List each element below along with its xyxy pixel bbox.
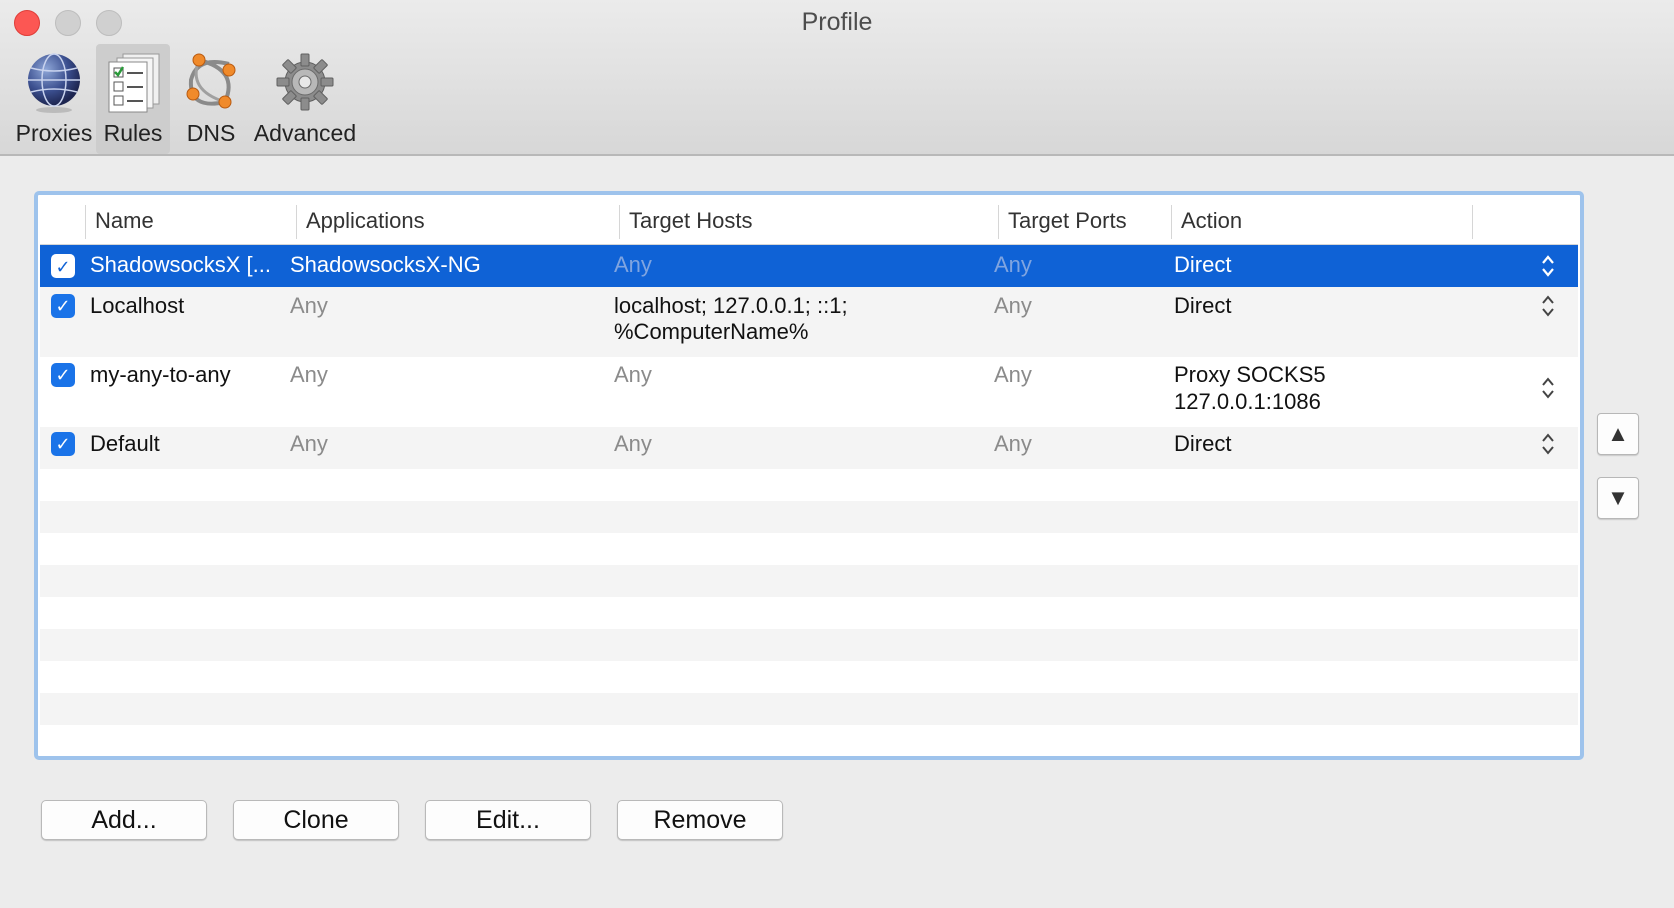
rule-target-hosts: Any — [614, 362, 652, 387]
action-stepper-icon[interactable] — [1540, 254, 1556, 278]
move-rule-up-button[interactable]: ▲ — [1597, 413, 1639, 455]
empty-row — [40, 629, 1578, 661]
toolbar-item-dns[interactable]: DNS — [176, 44, 246, 154]
rule-name: ShadowsocksX [... — [90, 252, 271, 277]
column-header-action[interactable]: Action — [1172, 197, 1472, 245]
rule-target-ports: Any — [994, 252, 1032, 277]
rule-action[interactable]: Direct — [1174, 292, 1231, 320]
empty-row — [40, 565, 1578, 597]
empty-row — [40, 725, 1578, 754]
rule-action[interactable]: Direct — [1174, 251, 1231, 279]
toolbar-item-advanced[interactable]: Advanced — [250, 44, 360, 154]
column-header-target-hosts[interactable]: Target Hosts — [620, 197, 998, 245]
toolbar-label-rules: Rules — [103, 120, 163, 146]
rule-enabled-checkbox[interactable]: ✓ — [51, 432, 75, 456]
rule-name: Localhost — [90, 293, 185, 318]
rule-target-ports: Any — [994, 431, 1032, 456]
rule-target-hosts-line-2: %ComputerName% — [614, 319, 809, 344]
rule-enabled-checkbox[interactable]: ✓ — [51, 294, 75, 318]
rule-enabled-checkbox[interactable]: ✓ — [51, 363, 75, 387]
action-stepper-icon[interactable] — [1540, 294, 1556, 318]
rules-checklist-icon — [108, 53, 160, 113]
window-title: Profile — [801, 8, 873, 36]
globe-icon — [28, 53, 80, 113]
toolbar-label-proxies: Proxies — [15, 120, 93, 146]
rule-action[interactable]: Direct — [1174, 430, 1231, 458]
table-header: Name Applications Target Hosts Target Po… — [40, 197, 1578, 245]
rule-applications: ShadowsocksX-NG — [290, 252, 481, 277]
column-header-name[interactable]: Name — [86, 197, 296, 245]
table-row[interactable]: ✓ Localhost Any localhost; 127.0.0.1; ::… — [40, 287, 1578, 357]
dns-network-icon — [186, 53, 236, 109]
table-row[interactable]: ✓ my-any-to-any Any Any Any Proxy SOCKS5… — [40, 357, 1578, 427]
empty-row — [40, 501, 1578, 533]
rule-name: my-any-to-any — [90, 362, 231, 387]
empty-row — [40, 661, 1578, 693]
toolbar-label-dns: DNS — [186, 120, 236, 146]
rule-target-hosts: Any — [614, 252, 652, 277]
gear-icon — [276, 53, 334, 111]
rule-applications: Any — [290, 293, 328, 318]
table-row[interactable]: ✓ Default Any Any Any Direct — [40, 427, 1578, 469]
remove-rule-button[interactable]: Remove — [617, 800, 783, 840]
rule-name: Default — [90, 431, 160, 456]
rule-action[interactable]: Proxy SOCKS5 — [1174, 361, 1326, 389]
column-header-applications[interactable]: Applications — [297, 197, 619, 245]
rule-target-hosts: localhost; 127.0.0.1; ::1; — [614, 293, 848, 318]
rule-applications: Any — [290, 431, 328, 456]
rule-target-ports: Any — [994, 293, 1032, 318]
rule-enabled-checkbox[interactable]: ✓ — [51, 254, 75, 278]
clone-rule-button[interactable]: Clone — [233, 800, 399, 840]
rule-action-line-2: 127.0.0.1:1086 — [1174, 389, 1321, 414]
add-rule-button[interactable]: Add... — [41, 800, 207, 840]
rule-applications: Any — [290, 362, 328, 387]
rules-table[interactable]: Name Applications Target Hosts Target Po… — [34, 191, 1584, 760]
titlebar-toolbar: Profile Proxies Rules DNS Advanced — [0, 0, 1674, 156]
edit-rule-button[interactable]: Edit... — [425, 800, 591, 840]
rule-target-hosts: Any — [614, 431, 652, 456]
toolbar-item-rules[interactable]: Rules — [96, 44, 170, 154]
action-stepper-icon[interactable] — [1540, 376, 1556, 400]
empty-row — [40, 597, 1578, 629]
toolbar-item-proxies[interactable]: Proxies — [14, 44, 94, 154]
rule-target-ports: Any — [994, 362, 1032, 387]
column-header-target-ports[interactable]: Target Ports — [999, 197, 1171, 245]
toolbar-label-advanced: Advanced — [253, 120, 357, 146]
profile-window: Profile Proxies Rules DNS Advanced Name … — [0, 0, 1674, 908]
table-row[interactable]: ✓ ShadowsocksX [... ShadowsocksX-NG Any … — [40, 245, 1578, 287]
move-rule-down-button[interactable]: ▼ — [1597, 477, 1639, 519]
empty-row — [40, 693, 1578, 725]
empty-row — [40, 533, 1578, 565]
rules-table-body: Name Applications Target Hosts Target Po… — [40, 197, 1578, 754]
action-stepper-icon[interactable] — [1540, 432, 1556, 456]
empty-row — [40, 469, 1578, 501]
